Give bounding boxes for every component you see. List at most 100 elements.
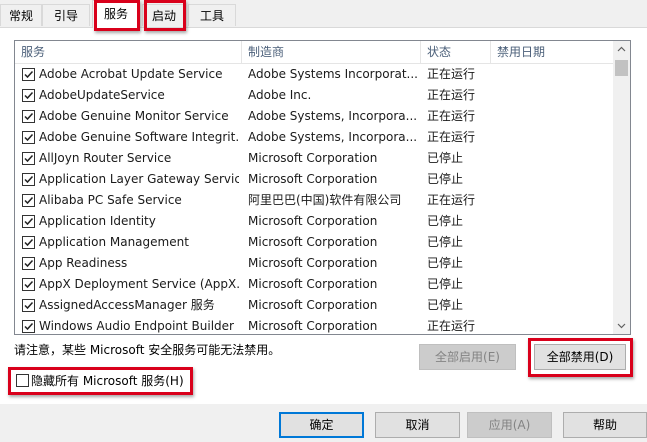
checkmark-icon	[24, 196, 34, 205]
service-checkbox[interactable]	[22, 131, 35, 144]
service-status: 正在运行	[427, 130, 476, 144]
scroll-thumb[interactable]	[615, 60, 628, 76]
service-name: AdobeUpdateService	[39, 88, 165, 102]
service-status: 已停止	[427, 151, 464, 165]
service-status: 已停止	[427, 214, 464, 228]
checkmark-icon	[24, 154, 34, 163]
service-manufacturer: Adobe Systems Incorporat...	[248, 67, 418, 81]
service-checkbox[interactable]	[22, 320, 35, 333]
service-manufacturer: Microsoft Corporation	[248, 172, 378, 186]
column-header-service[interactable]: 服务	[15, 41, 241, 63]
checkmark-icon	[24, 322, 34, 331]
service-row[interactable]: AppX Deployment Service (AppX... Microsof…	[15, 274, 613, 295]
service-row[interactable]: Adobe Acrobat Update Service Adobe System…	[15, 64, 613, 85]
column-header-disabled-date[interactable]: 禁用日期	[491, 41, 611, 63]
service-row[interactable]: AdobeUpdateService Adobe Inc. 正在运行	[15, 85, 613, 106]
service-status: 已停止	[427, 235, 464, 249]
service-checkbox[interactable]	[22, 152, 35, 165]
checkmark-icon	[24, 91, 34, 100]
service-checkbox[interactable]	[22, 89, 35, 102]
service-checkbox[interactable]	[22, 110, 35, 123]
service-name: Alibaba PC Safe Service	[39, 193, 182, 207]
service-manufacturer: Adobe Systems, Incorpora...	[248, 130, 418, 144]
note-text: 请注意，某些 Microsoft 安全服务可能无法禁用。	[14, 343, 281, 357]
tab-general[interactable]: 常规	[0, 4, 42, 26]
service-rows: Adobe Acrobat Update Service Adobe System…	[15, 64, 613, 334]
service-status: 已停止	[427, 277, 464, 291]
service-row[interactable]: AssignedAccessManager 服务 Microsoft Corpor…	[15, 295, 613, 316]
service-row[interactable]: Adobe Genuine Monitor Service Adobe Syste…	[15, 106, 613, 127]
scroll-up-icon[interactable]	[613, 41, 630, 58]
service-checkbox[interactable]	[22, 257, 35, 270]
service-name: Adobe Genuine Software Integrit...	[39, 130, 239, 144]
cancel-button[interactable]: 取消	[375, 412, 460, 438]
help-button[interactable]: 帮助	[563, 412, 647, 438]
ok-button[interactable]: 确定	[279, 412, 364, 438]
service-row[interactable]: Alibaba PC Safe Service 阿里巴巴(中国)软件有限公司 正在运…	[15, 190, 613, 211]
service-checkbox[interactable]	[22, 68, 35, 81]
tab-tools[interactable]: 工具	[188, 4, 236, 26]
service-manufacturer: Microsoft Corporation	[248, 151, 378, 165]
service-checkbox[interactable]	[22, 173, 35, 186]
service-checkbox[interactable]	[22, 215, 35, 228]
service-name: App Readiness	[39, 256, 128, 270]
service-status: 正在运行	[427, 109, 476, 123]
service-manufacturer: Microsoft Corporation	[248, 256, 378, 270]
service-status: 已停止	[427, 172, 464, 186]
service-row[interactable]: Application Management Microsoft Corporat…	[15, 232, 613, 253]
checkmark-icon	[24, 133, 34, 142]
service-row[interactable]: Application Layer Gateway Service Microso…	[15, 169, 613, 190]
service-name: Windows Audio Endpoint Builder	[39, 319, 234, 333]
service-row[interactable]: Windows Audio Endpoint Builder Microsoft …	[15, 316, 613, 334]
apply-button[interactable]: 应用(A)	[467, 412, 552, 438]
service-checkbox[interactable]	[22, 299, 35, 312]
service-manufacturer: Adobe Inc.	[248, 88, 312, 102]
tab-startup[interactable]: 启动	[142, 4, 186, 26]
service-row[interactable]: Adobe Genuine Software Integrit... Adobe …	[15, 127, 613, 148]
service-row[interactable]: AllJoyn Router Service Microsoft Corporat…	[15, 148, 613, 169]
disable-all-button[interactable]: 全部禁用(D)	[534, 344, 626, 370]
service-manufacturer: Microsoft Corporation	[248, 235, 378, 249]
service-name: Adobe Genuine Monitor Service	[39, 109, 229, 123]
scroll-down-icon[interactable]	[613, 317, 630, 334]
service-checkbox[interactable]	[22, 278, 35, 291]
checkmark-icon	[24, 280, 34, 289]
list-header: 服务 制造商 状态 禁用日期	[15, 41, 613, 64]
enable-all-button[interactable]: 全部启用(E)	[419, 344, 516, 370]
service-row[interactable]: App Readiness Microsoft Corporation 已停止	[15, 253, 613, 274]
service-checkbox[interactable]	[22, 194, 35, 207]
service-name: AppX Deployment Service (AppX...	[39, 277, 239, 291]
checkmark-icon	[24, 301, 34, 310]
checkmark-icon	[24, 238, 34, 247]
service-row[interactable]: Application Identity Microsoft Corporatio…	[15, 211, 613, 232]
service-name: Adobe Acrobat Update Service	[39, 67, 223, 81]
service-name: AssignedAccessManager 服务	[39, 298, 215, 312]
service-name: Application Layer Gateway Service	[39, 172, 239, 186]
column-header-manufacturer[interactable]: 制造商	[242, 41, 420, 63]
service-status: 已停止	[427, 256, 464, 270]
service-name: Application Identity	[39, 214, 156, 228]
checkbox[interactable]	[16, 374, 29, 387]
service-status: 正在运行	[427, 67, 476, 81]
checkmark-icon	[24, 217, 34, 226]
services-list[interactable]: 服务 制造商 状态 禁用日期 Adobe Acrobat Update Serv…	[14, 40, 631, 335]
service-name: Application Management	[39, 235, 189, 249]
service-checkbox[interactable]	[22, 236, 35, 249]
service-manufacturer: 阿里巴巴(中国)软件有限公司	[248, 193, 402, 207]
service-status: 正在运行	[427, 193, 476, 207]
service-status: 正在运行	[427, 319, 476, 333]
checkmark-icon	[24, 259, 34, 268]
hide-microsoft-services-label: 隐藏所有 Microsoft 服务(H)	[31, 374, 184, 388]
service-status: 正在运行	[427, 88, 476, 102]
service-manufacturer: Microsoft Corporation	[248, 319, 378, 333]
column-header-status[interactable]: 状态	[421, 41, 490, 63]
tab-services-selected[interactable]: 服务	[92, 0, 140, 28]
service-status: 已停止	[427, 298, 464, 312]
service-manufacturer: Microsoft Corporation	[248, 277, 378, 291]
checkmark-icon	[24, 70, 34, 79]
vertical-scrollbar[interactable]	[613, 41, 630, 334]
service-manufacturer: Microsoft Corporation	[248, 214, 378, 228]
system-configuration-dialog: 常规 引导 服务 启动 工具 服务 服务 制造商 状态 禁用日期 Adobe A…	[0, 0, 647, 442]
tab-boot[interactable]: 引导	[42, 4, 90, 26]
service-manufacturer: Microsoft Corporation	[248, 298, 378, 312]
